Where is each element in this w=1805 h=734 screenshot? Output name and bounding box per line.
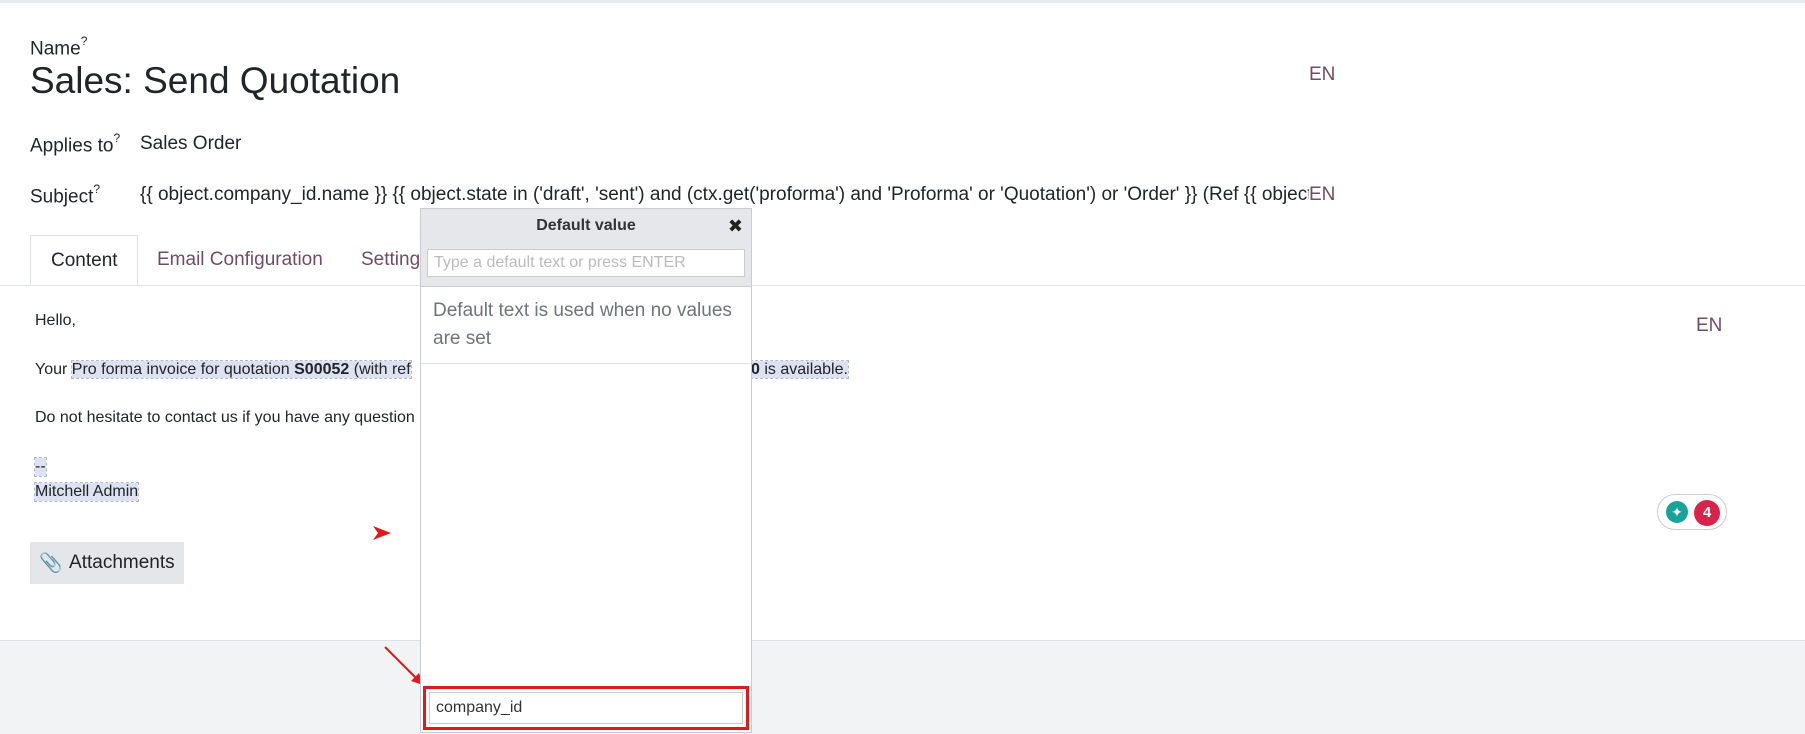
subject-tooltip-mark[interactable]: ? [93,182,100,196]
notebook-tabs: Content Email Configuration Setting [0,235,1805,286]
tab-email-configuration[interactable]: Email Configuration [157,235,323,285]
annotation-arrow-icon [384,646,423,685]
top-border [0,0,1805,3]
chatter-area [0,640,1805,734]
applies-to-label: Applies to? [30,131,121,157]
tab-content[interactable]: Content [30,235,138,285]
popover-title: Default value [536,217,636,234]
subject-field[interactable]: {{ object.company_id.name }} {{ object.s… [140,184,1309,206]
applies-to-value[interactable]: Sales Order [140,133,241,155]
body-line-quotation[interactable]: Your Pro forma invoice for quotation S00… [35,360,412,379]
signature-dash[interactable]: -- [34,457,47,477]
popover-header: Default value ✖ [421,209,751,287]
popover-description: Default text is used when no values are … [421,287,751,364]
lightbulb-icon: ✦ [1666,501,1688,523]
tab-settings[interactable]: Setting [361,235,420,285]
close-icon[interactable]: ✖ [728,216,743,237]
proforma-placeholder: Pro forma invoice for quotation S00052 (… [70,360,412,379]
applies-tooltip-mark[interactable]: ? [113,131,120,145]
name-tooltip-mark[interactable]: ? [81,34,88,48]
body-hesitate[interactable]: Do not hesitate to contact us if you hav… [35,409,415,427]
pointer-arrow-icon [373,526,391,540]
assistant-badge[interactable]: ✦ 4 [1657,494,1727,530]
default-text-input[interactable] [427,249,745,277]
field-path-highlight [423,686,749,730]
body-line-quotation-tail[interactable]: 0 is available. [750,360,849,379]
name-lang-button[interactable]: EN [1309,64,1335,86]
record-title[interactable]: Sales: Send Quotation [30,60,400,102]
default-value-popover: Default value ✖ Default text is used whe… [420,208,752,733]
paperclip-icon: 📎 [39,553,64,574]
subject-lang-button[interactable]: EN [1309,184,1335,206]
body-your: Your [35,361,72,378]
body-lang-button[interactable]: EN [1696,315,1722,337]
body-hello[interactable]: Hello, [35,312,76,330]
subject-label: Subject? [30,182,101,208]
signature-name[interactable]: Mitchell Admin [33,482,140,502]
name-label: Name? [30,34,88,60]
attachments-button[interactable]: 📎 Attachments [30,542,184,584]
field-path-input[interactable] [429,692,743,724]
assistant-count: 4 [1694,500,1720,526]
